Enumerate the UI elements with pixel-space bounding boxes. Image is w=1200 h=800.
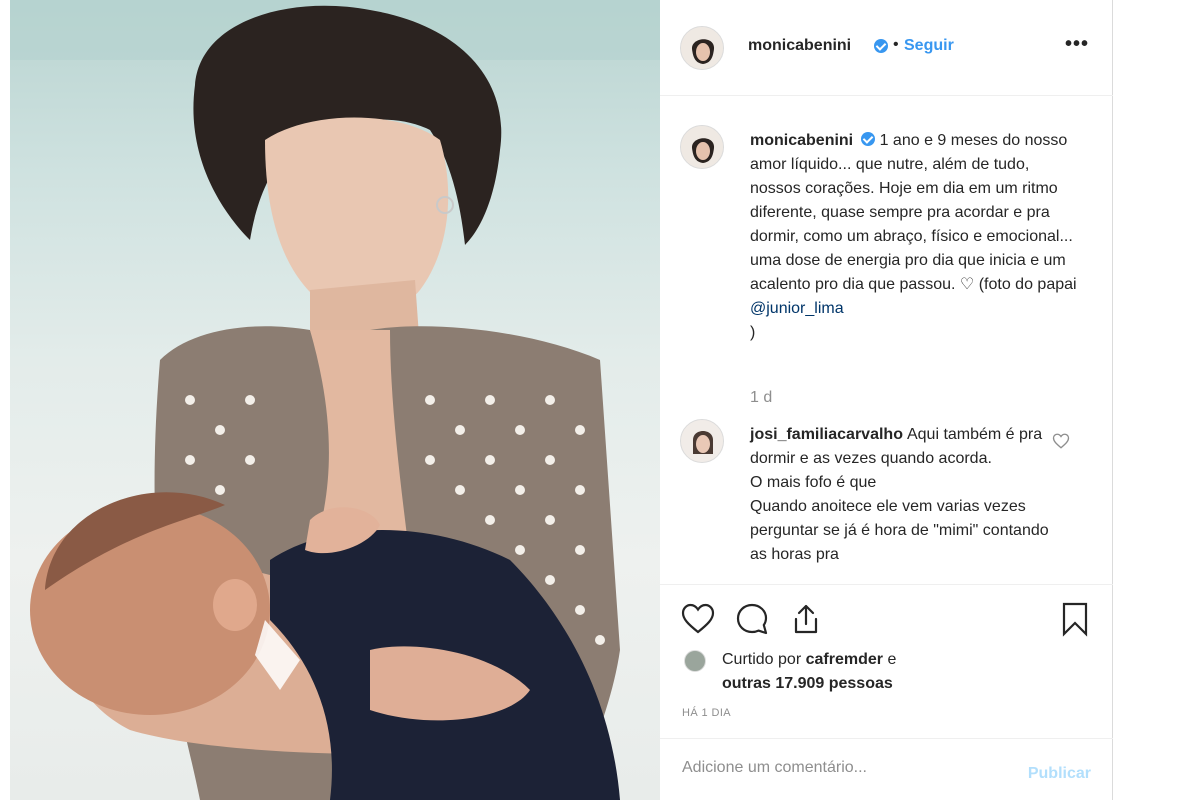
more-options-icon[interactable]: ••• (1065, 33, 1089, 56)
photo-illustration (10, 0, 660, 800)
likes-text[interactable]: Curtido por cafremder e outras 17.909 pe… (722, 648, 896, 696)
verified-badge-icon (874, 39, 888, 53)
comment-input[interactable] (682, 759, 1002, 777)
caption-tail: ) (750, 324, 756, 341)
caption-author-avatar[interactable] (680, 125, 724, 169)
add-comment-bar: Publicar (660, 738, 1113, 800)
commenter-avatar[interactable] (680, 419, 724, 463)
post-timestamp[interactable]: HÁ 1 DIA (682, 707, 731, 719)
like-heart-icon[interactable] (680, 601, 716, 637)
comment-line: Quando anoitece ele vem varias vezes per… (750, 498, 1049, 563)
author-avatar[interactable] (680, 26, 724, 70)
post-header: monicabenini • Seguir ••• (660, 0, 1113, 96)
post-caption: monicabenini 1 ano e 9 meses do nosso am… (750, 129, 1080, 345)
publish-button[interactable]: Publicar (1028, 765, 1091, 783)
liker-username[interactable]: cafremder (806, 651, 883, 668)
liker-avatar[interactable] (684, 650, 706, 672)
comment-bubble-icon[interactable] (734, 601, 770, 637)
likes-others-count[interactable]: outras 17.909 pessoas (722, 675, 893, 692)
caption-text: 1 ano e 9 meses do nosso amor líquido...… (750, 132, 1077, 293)
like-comment-heart-icon[interactable] (1052, 432, 1070, 450)
separator-dot: • (893, 36, 899, 53)
commenter-username[interactable]: josi_familiacarvalho (750, 426, 903, 443)
share-icon[interactable] (788, 601, 824, 637)
post-photo[interactable] (10, 0, 660, 800)
caption-mention-link[interactable]: @junior_lima (750, 300, 844, 317)
verified-badge-icon (861, 132, 876, 146)
comment-line: O mais fofo é que (750, 474, 877, 491)
caption-username[interactable]: monicabenini (750, 132, 853, 149)
likes-prefix: Curtido por (722, 651, 802, 668)
likes-middle: e (887, 651, 897, 668)
post-panel: monicabenini • Seguir ••• monicabenini 1… (660, 0, 1113, 800)
caption-time-ago[interactable]: 1 d (750, 389, 772, 407)
comments-section[interactable]: monicabenini 1 ano e 9 meses do nosso am… (660, 97, 1113, 584)
author-username[interactable]: monicabenini (748, 37, 851, 55)
post-actions (660, 584, 1113, 654)
comment-item: josi_familiacarvalho Aqui também é pra do… (750, 423, 1050, 567)
save-bookmark-icon[interactable] (1057, 601, 1093, 637)
follow-button[interactable]: Seguir (904, 37, 954, 55)
